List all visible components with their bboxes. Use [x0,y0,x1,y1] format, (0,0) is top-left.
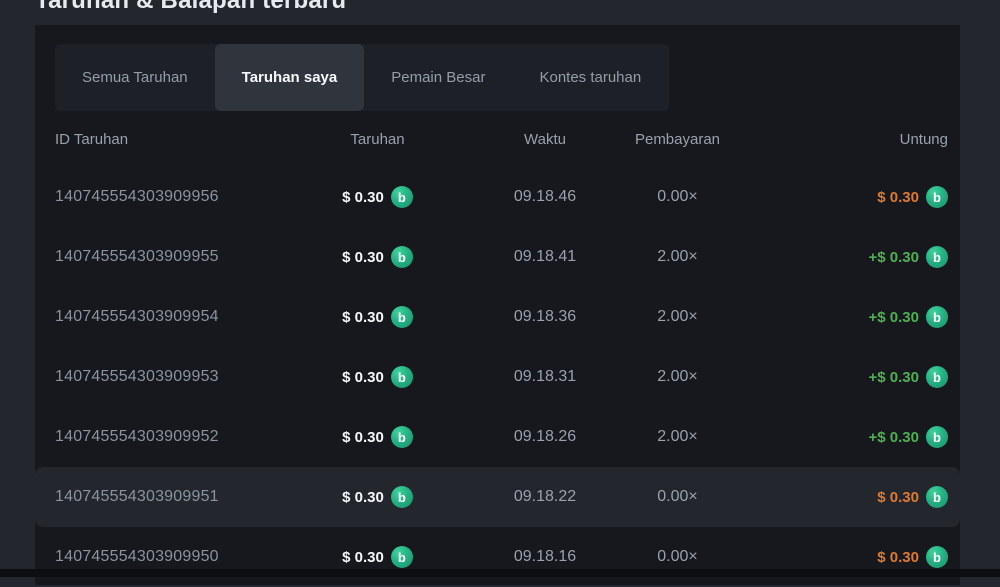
tab-label: Pemain Besar [391,69,485,86]
bet-payout: 0.00× [630,188,725,206]
tab-label: Semua Taruhan [82,69,188,86]
bet-profit: +$ 0.30 b [725,366,948,388]
bet-amount-value: $ 0.30 [342,189,384,206]
table-body: 140745554303909956 $ 0.30 b 09.18.46 0.0… [35,167,960,587]
bet-id: 140745554303909951 [55,488,295,506]
bet-profit-value: +$ 0.30 [869,309,919,326]
bet-time: 09.18.26 [460,428,630,446]
column-header-waktu: Waktu [460,131,630,148]
column-header-taruhan: Taruhan [295,131,460,148]
bet-payout: 0.00× [630,488,725,506]
bet-amount-value: $ 0.30 [342,429,384,446]
table-row[interactable]: 140745554303909953 $ 0.30 b 09.18.31 2.0… [35,347,960,407]
bet-id: 140745554303909956 [55,188,295,206]
bet-id: 140745554303909953 [55,368,295,386]
bet-time: 09.18.16 [460,548,630,566]
coin-icon: b [391,186,413,208]
bet-payout: 0.00× [630,548,725,566]
bet-profit: $ 0.30 b [725,486,948,508]
page-title: Taruhan & Balapan terbaru [35,0,346,15]
bet-profit-value: $ 0.30 [877,549,919,566]
bet-profit-value: +$ 0.30 [869,429,919,446]
tab-taruhan-saya[interactable]: Taruhan saya [215,44,365,111]
tab-label: Kontes taruhan [539,69,641,86]
bet-time: 09.18.36 [460,308,630,326]
coin-icon: b [926,366,948,388]
bet-profit: $ 0.30 b [725,186,948,208]
bet-amount: $ 0.30 b [295,186,460,208]
bet-amount-value: $ 0.30 [342,249,384,266]
bet-amount-value: $ 0.30 [342,549,384,566]
bet-profit: $ 0.30 b [725,546,948,568]
column-header-id-taruhan: ID Taruhan [55,131,295,148]
bottom-strip [0,569,1000,577]
bet-payout: 2.00× [630,428,725,446]
table-row[interactable]: 140745554303909954 $ 0.30 b 09.18.36 2.0… [35,287,960,347]
table-row[interactable]: 140745554303909952 $ 0.30 b 09.18.26 2.0… [35,407,960,467]
table-row[interactable]: 140745554303909950 $ 0.30 b 09.18.16 0.0… [35,527,960,587]
coin-icon: b [926,486,948,508]
table-row[interactable]: 140745554303909955 $ 0.30 b 09.18.41 2.0… [35,227,960,287]
table-header-row: ID Taruhan Taruhan Waktu Pembayaran Untu… [35,111,960,167]
bet-amount: $ 0.30 b [295,246,460,268]
table-row[interactable]: 140745554303909951 $ 0.30 b 09.18.22 0.0… [35,467,960,527]
bet-id: 140745554303909950 [55,548,295,566]
coin-icon: b [926,186,948,208]
bet-profit-value: $ 0.30 [877,189,919,206]
tab-label: Taruhan saya [242,69,338,86]
coin-icon: b [926,306,948,328]
bet-profit-value: +$ 0.30 [869,249,919,266]
bet-amount-value: $ 0.30 [342,309,384,326]
coin-icon: b [926,246,948,268]
tab-kontes-taruhan[interactable]: Kontes taruhan [512,44,668,111]
bet-profit-value: $ 0.30 [877,489,919,506]
bet-profit-value: +$ 0.30 [869,369,919,386]
bet-id: 140745554303909954 [55,308,295,326]
coin-icon: b [391,426,413,448]
bet-id: 140745554303909952 [55,428,295,446]
column-header-untung: Untung [725,131,948,148]
bet-amount-value: $ 0.30 [342,369,384,386]
bet-payout: 2.00× [630,368,725,386]
bet-amount: $ 0.30 b [295,426,460,448]
bet-time: 09.18.46 [460,188,630,206]
bet-time: 09.18.22 [460,488,630,506]
bet-time: 09.18.41 [460,248,630,266]
column-header-pembayaran: Pembayaran [630,131,725,148]
coin-icon: b [926,426,948,448]
coin-icon: b [926,546,948,568]
coin-icon: b [391,546,413,568]
bet-profit: +$ 0.30 b [725,426,948,448]
bets-panel: Semua Taruhan Taruhan saya Pemain Besar … [35,25,960,585]
bet-amount: $ 0.30 b [295,366,460,388]
bet-payout: 2.00× [630,248,725,266]
bet-payout: 2.00× [630,308,725,326]
coin-icon: b [391,486,413,508]
bet-amount-value: $ 0.30 [342,489,384,506]
tab-semua-taruhan[interactable]: Semua Taruhan [55,44,215,111]
bet-profit: +$ 0.30 b [725,246,948,268]
bet-amount: $ 0.30 b [295,306,460,328]
tab-pemain-besar[interactable]: Pemain Besar [364,44,512,111]
bet-id: 140745554303909955 [55,248,295,266]
coin-icon: b [391,246,413,268]
bet-profit: +$ 0.30 b [725,306,948,328]
bet-time: 09.18.31 [460,368,630,386]
table-row[interactable]: 140745554303909956 $ 0.30 b 09.18.46 0.0… [35,167,960,227]
coin-icon: b [391,366,413,388]
coin-icon: b [391,306,413,328]
bet-amount: $ 0.30 b [295,546,460,568]
bet-amount: $ 0.30 b [295,486,460,508]
tab-bar: Semua Taruhan Taruhan saya Pemain Besar … [55,44,669,111]
